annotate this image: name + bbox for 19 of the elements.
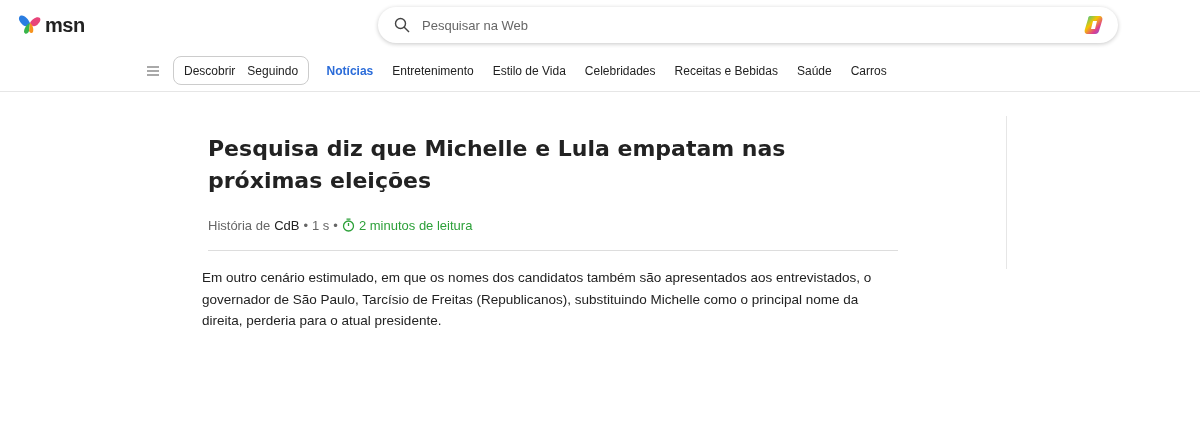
search-field[interactable]: Pesquisar na Web	[378, 7, 1118, 43]
article-title: Pesquisa diz que Michelle e Lula empatam nas próximas eleições	[208, 135, 787, 195]
nav-tab[interactable]: Receitas e Bebidas	[665, 63, 788, 78]
separator-dot: •	[303, 217, 308, 233]
nav-tab[interactable]: Entretenimento	[382, 63, 484, 78]
nav-tab[interactable]: Saúde	[787, 63, 842, 78]
byline-text: História de	[208, 217, 271, 233]
nav-tab[interactable]: Notícias	[317, 63, 383, 78]
feed-option[interactable]: Descobrir	[178, 63, 242, 78]
article-paragraph: Em outro cenário estimulado, em que os nomes dos candidatos também são apresentados aos entrevistados, o governador de São Paulo, Tarcísio de Freitas (Republicanos), substituindo Michelle como o principal nome da direita, perderia para o atual presidente.	[202, 269, 873, 330]
age-text: 1 s	[312, 217, 330, 233]
feed-option[interactable]: Seguindo	[241, 63, 305, 78]
source-link[interactable]: CdB	[274, 217, 300, 233]
read-time: 2 minutos de leitura	[358, 217, 473, 233]
separator-dot: •	[333, 217, 338, 233]
nav-tab[interactable]: Carros	[841, 63, 897, 78]
nav-tab[interactable]: Celebridades	[575, 63, 666, 78]
logo-text[interactable]: msn	[45, 13, 85, 37]
nav-tab[interactable]: Estilo de Vida	[483, 63, 576, 78]
